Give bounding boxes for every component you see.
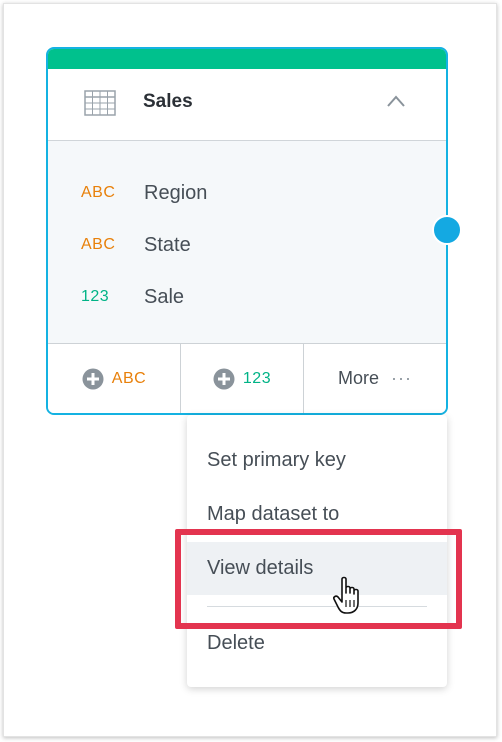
attribute-type-badge: ABC	[81, 184, 116, 201]
field-name: Region	[144, 181, 208, 204]
plus-circle-icon	[213, 368, 235, 389]
menu-item-set-primary-key[interactable]: Set primary key	[187, 435, 447, 485]
connector-handle[interactable]	[432, 215, 462, 245]
attribute-type-badge: ABC	[81, 236, 116, 253]
fact-type-badge: 123	[81, 288, 110, 305]
hand-pointer-icon	[333, 576, 359, 614]
more-button[interactable]: More ···	[304, 344, 446, 413]
table-icon	[84, 90, 116, 116]
more-label: More	[338, 368, 380, 388]
field-row-sale[interactable]: 123 Sale	[48, 277, 446, 317]
dataset-header[interactable]: Sales	[48, 69, 446, 141]
add-attribute-button[interactable]: ABC	[48, 344, 181, 413]
field-row-region[interactable]: ABC Region	[48, 173, 446, 213]
add-attribute-label: ABC	[111, 369, 147, 387]
dataset-title: Sales	[143, 91, 193, 112]
field-name: Sale	[144, 285, 185, 308]
add-fact-label: 123	[242, 369, 272, 387]
field-row-state[interactable]: ABC State	[48, 225, 446, 265]
field-list: ABC Region ABC State 123 Sale	[48, 141, 446, 347]
add-fact-button[interactable]: 123	[181, 344, 304, 413]
dataset-card[interactable]: Sales ABC Region ABC State 123 Sale ABC	[46, 47, 448, 415]
highlight-box	[175, 529, 462, 629]
field-name: State	[144, 233, 191, 256]
more-dots-icon: ···	[391, 368, 412, 388]
dataset-footer: ABC 123 More ···	[48, 343, 446, 413]
plus-circle-icon	[82, 368, 104, 389]
dataset-color-bar	[48, 49, 446, 69]
chevron-up-icon[interactable]	[386, 93, 406, 109]
